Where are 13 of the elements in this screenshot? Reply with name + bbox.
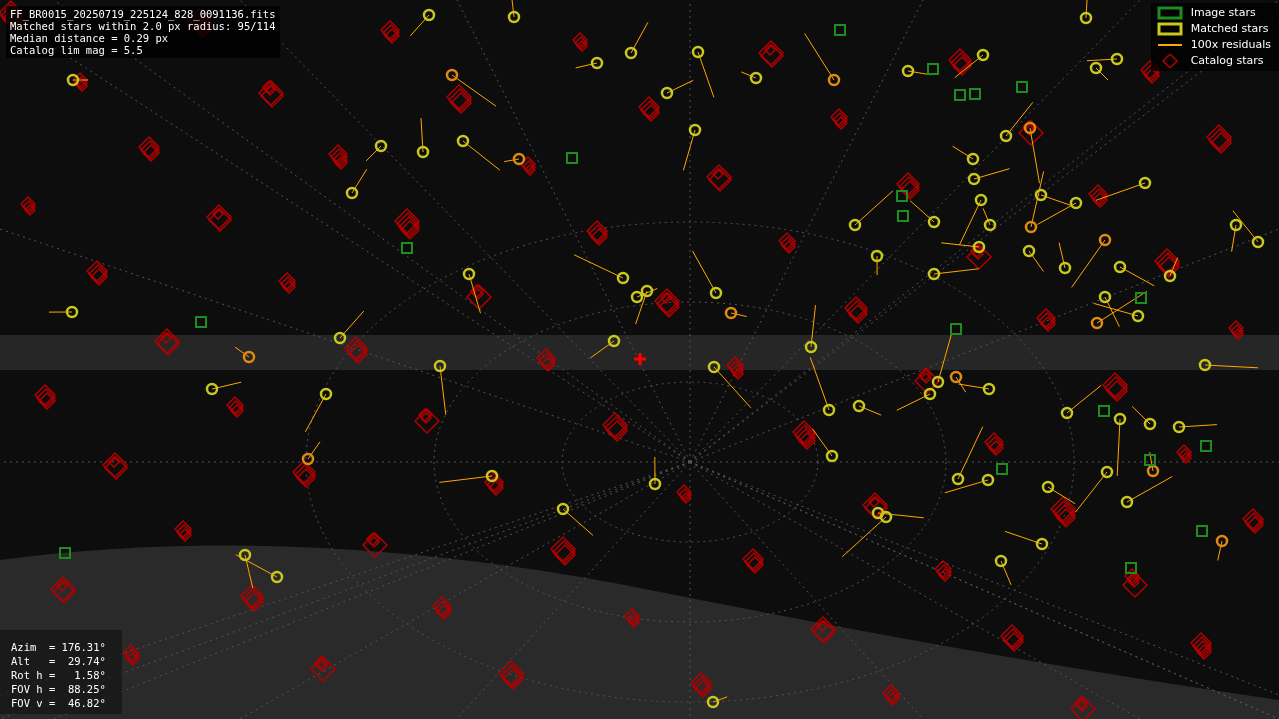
- info-text: Catalog lim mag = 5.5: [10, 44, 144, 56]
- info-text: Median distance = 0.29 px: [10, 32, 170, 44]
- info-text: FF_BR0015_20250719_225124_828_0091136.fits: [10, 8, 276, 20]
- pointing-value-text: Azim = 176.31°: [11, 640, 107, 654]
- pointing-value-text: FOV h = 88.25°: [11, 682, 107, 696]
- pointing-value-text: FOV v = 46.82°: [11, 696, 107, 710]
- legend-label: Matched stars: [1190, 21, 1269, 37]
- pointing-value-text: Rot h = 1.58°: [11, 668, 107, 682]
- legend-label: 100x residuals: [1190, 37, 1271, 53]
- legend-label: Image stars: [1190, 5, 1256, 21]
- pointing-value-text: Alt = 29.74°: [11, 654, 107, 668]
- legend-label: Catalog stars: [1190, 53, 1264, 69]
- info-text: Matched stars within 2.0 px radius: 95/114: [10, 20, 276, 32]
